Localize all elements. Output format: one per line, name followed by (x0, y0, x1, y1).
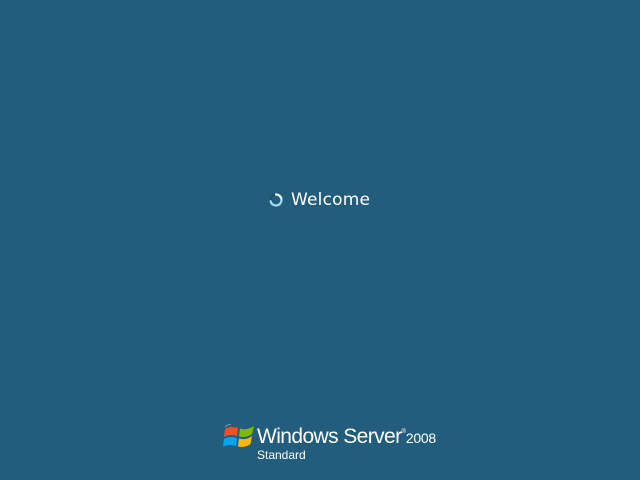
product-name: Windows Server (257, 425, 402, 448)
welcome-status: Welcome (268, 188, 370, 212)
loading-spinner-icon (269, 193, 283, 207)
product-branding: Windows Server®2008 Standard (222, 419, 436, 465)
windows-flag-logo-icon (223, 424, 254, 447)
product-version: 2008 (405, 430, 436, 446)
product-title: Windows Server®2008 (257, 425, 436, 449)
welcome-screen: Welcome Windows Server®2008 Standard (0, 0, 640, 480)
product-edition: Standard (257, 448, 306, 462)
welcome-text: Welcome (291, 190, 371, 210)
trademark-symbol: ® (401, 429, 406, 435)
